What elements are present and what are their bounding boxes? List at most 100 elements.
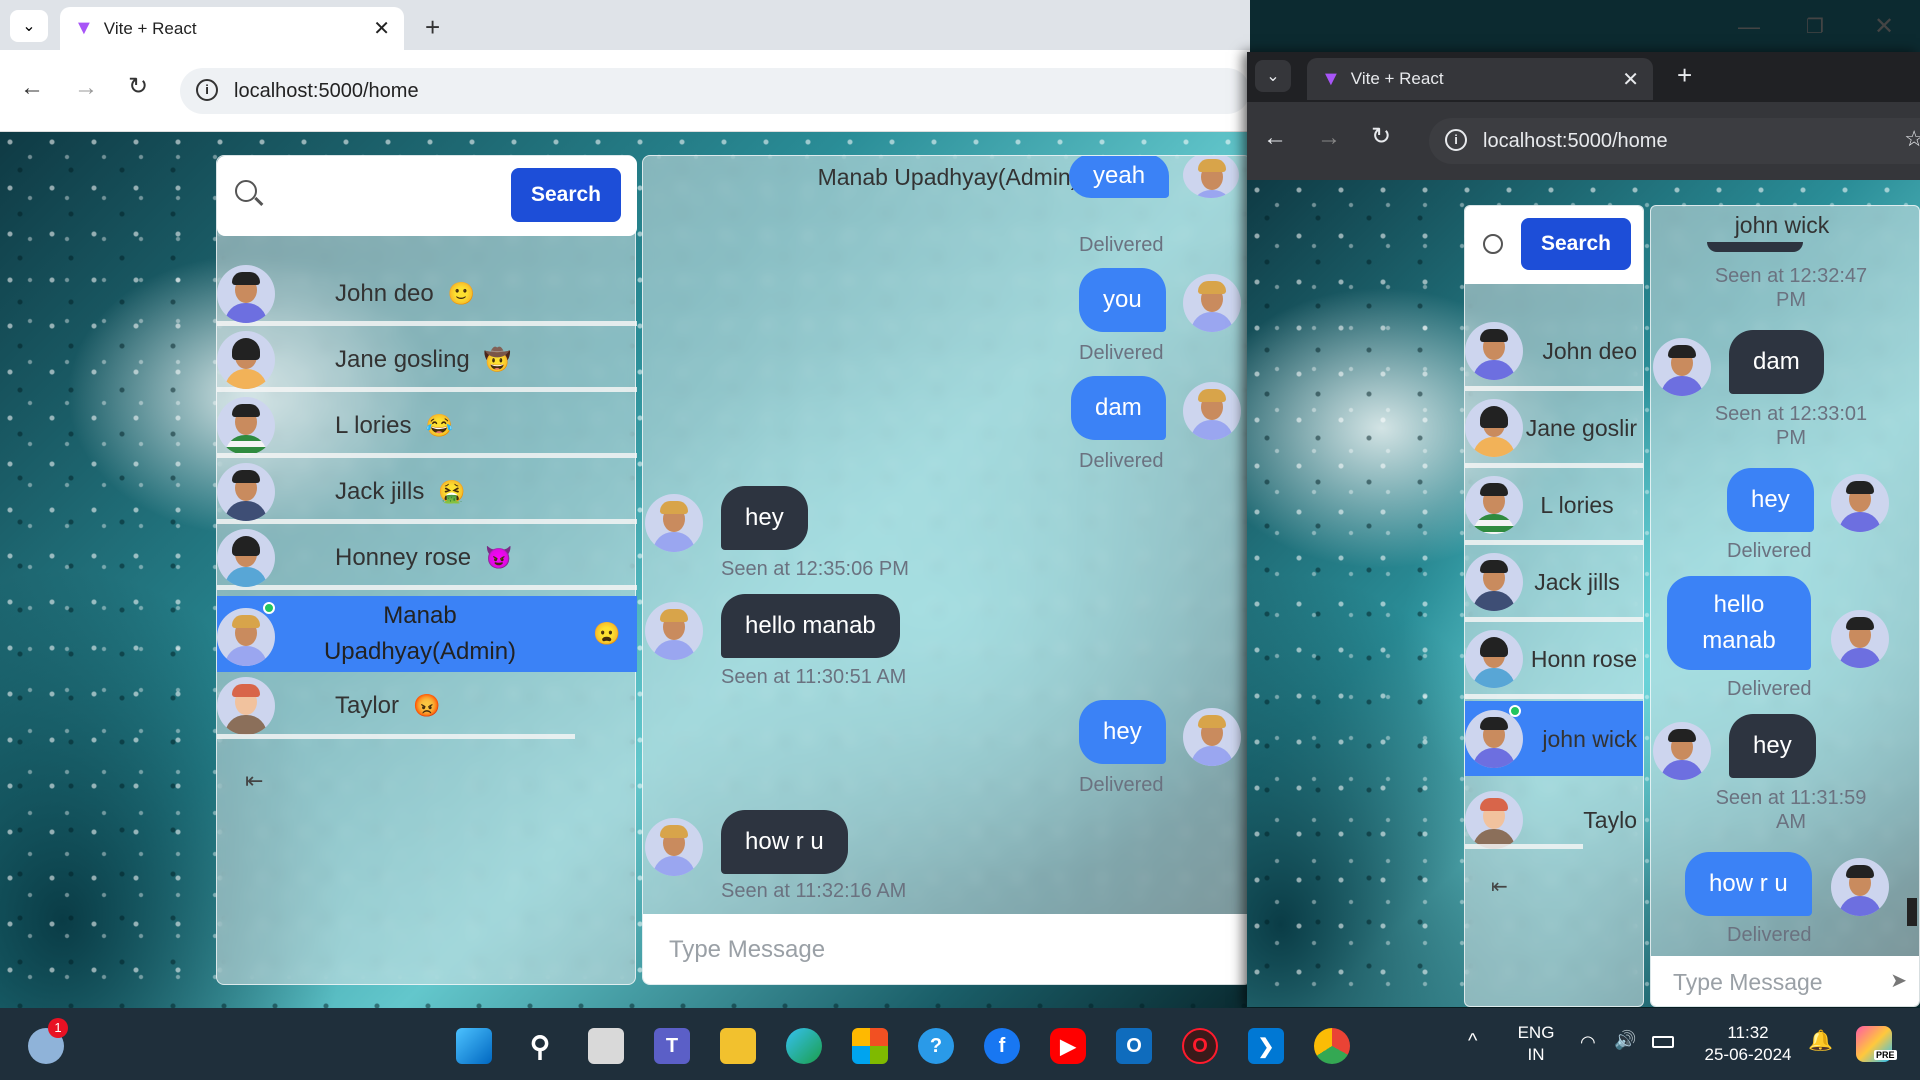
message-input[interactable]: Type Message [643,914,1251,984]
user-item-john-deo[interactable]: John deo [1465,316,1643,391]
avatar [1183,274,1241,332]
message-status: Seen at 11:31:59 AM [1715,787,1867,833]
avatar [1831,474,1889,532]
user-item-manab-upadhyay[interactable]: Manab Upadhyay(Admin) 😦 [217,596,637,672]
user-item-john-deo[interactable]: John deo 🙂 [217,264,637,326]
user-item-jane-gosling[interactable]: Jane goslir [1465,393,1643,468]
avatar [1465,322,1523,380]
avatar [645,494,703,552]
edge-icon[interactable] [786,1028,822,1064]
back-arrow-icon[interactable]: ← [20,74,44,102]
new-tab-button[interactable]: + [425,12,440,43]
avatar [1653,722,1711,780]
user-name: Taylo [1583,806,1637,833]
vite-logo-icon: ▼ [1321,67,1341,90]
help-icon[interactable]: ? [918,1028,954,1064]
show-hidden-icons[interactable]: ^ [1468,1030,1477,1053]
user-item-jack-jills[interactable]: Jack jills [1465,547,1643,622]
send-icon[interactable]: ➤ [1890,968,1907,993]
close-tab-icon[interactable]: ✕ [373,16,390,41]
forward-arrow-icon[interactable]: → [74,74,98,102]
user-name: Jack jills [1534,569,1620,595]
facebook-icon[interactable]: f [984,1028,1020,1064]
message-status: Delivered [1079,234,1164,256]
notifications-bell-icon[interactable]: 🔔 [1808,1028,1833,1053]
user-emoji: 😦 [593,621,621,646]
forward-arrow-icon[interactable]: → [1317,124,1341,152]
avatar [1465,709,1523,768]
close-window-button[interactable]: ✕ [1874,12,1894,41]
list-divider [217,734,575,739]
message-input[interactable]: Type Message ➤ [1651,956,1919,1006]
minimize-window-button[interactable]: — [1738,14,1760,40]
search-input[interactable] [277,172,497,220]
restore-window-button[interactable]: ❐ [1806,14,1824,39]
user-emoji: 😈 [485,544,513,570]
volume-icon[interactable]: 🔊 [1614,1030,1636,1051]
logout-icon[interactable]: ⇤ [1491,874,1508,899]
language-indicator[interactable]: ENG IN [1516,1022,1556,1066]
tab-strip: ⌄ ▼ Vite + React ✕ + [0,0,1250,50]
url-field[interactable]: i localhost:5000/home ☆ [1429,118,1920,164]
user-item-honney-rose[interactable]: Honn rose [1465,624,1643,699]
microsoft-store-icon[interactable] [852,1028,888,1064]
user-name: Taylor [335,692,400,719]
outlook-icon[interactable]: O [1116,1028,1152,1064]
search-button[interactable]: Search [1521,218,1631,270]
message-status: Seen at 12:35:06 PM [721,558,909,580]
tab-search-button[interactable]: ⌄ [1255,60,1291,92]
user-item-l-lories[interactable]: L lories 😂 [217,396,637,458]
search-button[interactable]: Search [511,168,621,222]
logout-icon[interactable]: ⇤ [245,768,263,794]
browser-tab[interactable]: ▼ Vite + React ✕ [1307,58,1653,100]
user-item-taylor[interactable]: Taylor 😡 [217,676,637,736]
clock-time: 11:32 [1727,1023,1769,1042]
user-name: Jane gosling [335,345,470,373]
user-name: L lories [335,411,412,439]
teams-icon[interactable]: T [654,1028,690,1064]
windows-start-icon[interactable] [456,1028,492,1064]
user-item-honney-rose[interactable]: Honney rose 😈 [217,528,637,590]
message-bubble-received: dam [1729,330,1824,394]
youtube-icon[interactable]: ▶ [1050,1028,1086,1064]
user-name: john wick [1542,725,1637,752]
task-view-icon[interactable] [588,1028,624,1064]
user-name: Honn rose [1530,646,1637,672]
url-field[interactable]: i localhost:5000/home [180,68,1250,114]
avatar [1653,338,1711,396]
wifi-icon[interactable]: ◠ [1580,1032,1596,1053]
url-text: localhost:5000/home [1483,129,1668,152]
reload-icon[interactable]: ↻ [1371,122,1391,151]
chat-scrollbar[interactable] [1909,246,1919,938]
close-tab-icon[interactable]: ✕ [1622,67,1639,92]
tab-search-button[interactable]: ⌄ [10,10,48,42]
opera-icon[interactable]: O [1182,1028,1218,1064]
site-info-icon[interactable]: i [196,79,218,101]
browser-tab[interactable]: ▼ Vite + React ✕ [60,7,404,50]
vite-logo-icon: ▼ [74,17,94,39]
message-status: Delivered [1079,342,1164,364]
message-placeholder: Type Message [669,936,826,963]
user-item-jane-gosling[interactable]: Jane gosling 🤠 [217,330,637,392]
avatar [1465,476,1523,534]
message-bubble-received [1707,242,1803,252]
search-icon[interactable]: ⚲ [522,1028,558,1064]
clock[interactable]: 11:32 25-06-2024 [1700,1022,1796,1066]
user-item-john-wick[interactable]: john wick [1465,701,1643,776]
bookmark-star-icon[interactable]: ☆ [1904,126,1920,152]
user-emoji: 🤠 [483,346,512,372]
file-explorer-icon[interactable] [720,1028,756,1064]
scrollbar-thumb[interactable] [1907,898,1917,926]
reload-icon[interactable]: ↻ [128,72,148,101]
new-tab-button[interactable]: + [1677,60,1692,91]
battery-icon[interactable] [1652,1036,1674,1048]
search-icon [1483,234,1503,254]
user-item-l-lories[interactable]: L lories [1465,470,1643,545]
user-item-jack-jills[interactable]: Jack jills 🤮 [217,462,637,524]
message-status: Delivered [1727,678,1812,700]
list-divider [1465,844,1583,849]
site-info-icon[interactable]: i [1445,129,1467,151]
back-arrow-icon[interactable]: ← [1263,124,1287,152]
chrome-icon[interactable] [1314,1028,1350,1064]
vscode-icon[interactable]: ❯ [1248,1028,1284,1064]
